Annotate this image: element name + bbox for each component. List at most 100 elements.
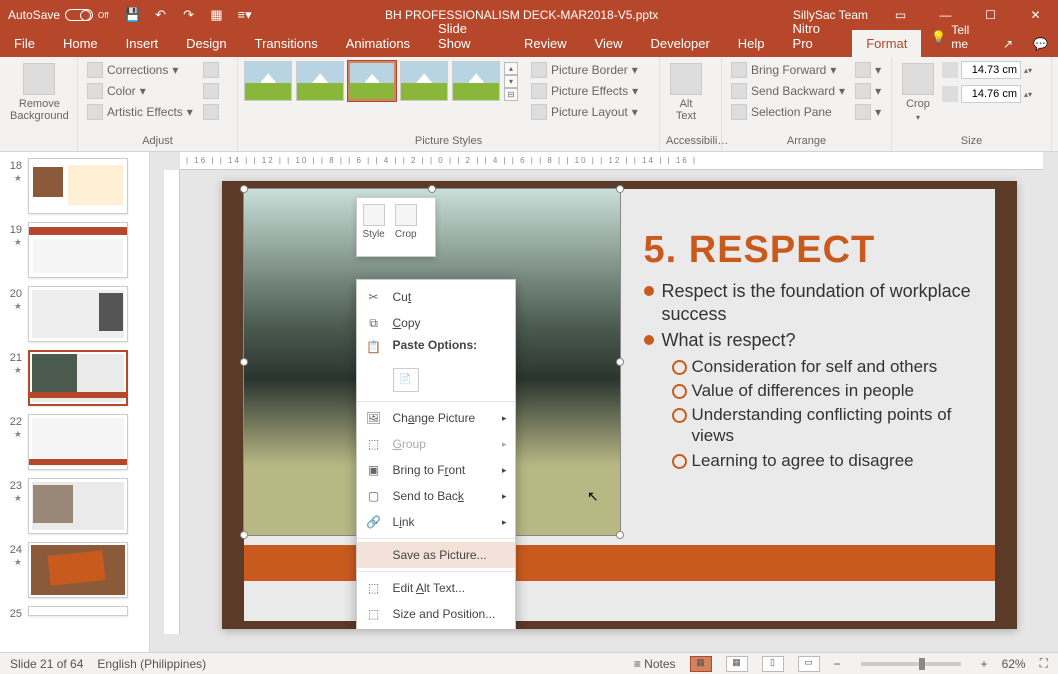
tab-slideshow[interactable]: Slide Show — [424, 15, 510, 57]
alt-text-button[interactable]: Alt Text — [666, 61, 706, 124]
style-thumb[interactable] — [452, 61, 500, 101]
comments-icon[interactable]: 💬 — [1023, 31, 1058, 57]
ctx-format-picture[interactable]: 🖌Format Picture... — [357, 627, 515, 629]
zoom-out-icon[interactable]: − — [834, 657, 841, 671]
slide-thumbnail-panel[interactable]: 18★ 19★ 20★ 21★ 22★ 23★ 24★ 25 — [0, 152, 150, 652]
resize-handle[interactable] — [240, 531, 248, 539]
tab-home[interactable]: Home — [49, 30, 112, 57]
share-icon[interactable]: ↗ — [993, 31, 1023, 57]
tab-insert[interactable]: Insert — [112, 30, 173, 57]
style-thumb-selected[interactable] — [348, 61, 396, 101]
notes-button[interactable]: ≡ Notes — [634, 657, 676, 671]
slideshow-view-icon[interactable]: ▭ — [798, 656, 820, 672]
slide-thumb-20[interactable] — [28, 286, 128, 342]
ctx-edit-alt-text[interactable]: ⬚Edit Alt Text... — [357, 575, 515, 601]
crop-button[interactable]: Crop▾ — [898, 61, 938, 124]
zoom-slider[interactable] — [861, 662, 961, 666]
mini-crop-button[interactable]: Crop — [395, 204, 417, 250]
mini-toolbar[interactable]: Style Crop — [356, 197, 436, 257]
tab-animations[interactable]: Animations — [332, 30, 424, 57]
picture-layout-button[interactable]: Picture Layout ▾ — [528, 103, 641, 121]
width-input-row[interactable]: ▴▾ — [942, 85, 1032, 103]
corrections-button[interactable]: Corrections ▾ — [84, 61, 196, 79]
slide-thumb-22[interactable] — [28, 414, 128, 470]
autosave-toggle[interactable]: AutoSave Off — [0, 8, 117, 22]
gallery-more-icon[interactable]: ⊟ — [504, 88, 518, 101]
style-thumb[interactable] — [400, 61, 448, 101]
redo-icon[interactable]: ↷ — [181, 7, 197, 23]
language-status[interactable]: English (Philippines) — [97, 657, 206, 671]
remove-background-button[interactable]: Remove Background — [6, 61, 73, 124]
ctx-link[interactable]: 🔗Link▸ — [357, 509, 515, 535]
tab-file[interactable]: File — [0, 30, 49, 57]
compress-pictures-icon[interactable] — [200, 61, 222, 79]
resize-handle[interactable] — [428, 185, 436, 193]
resize-handle[interactable] — [616, 185, 624, 193]
height-input[interactable] — [961, 61, 1021, 79]
tab-review[interactable]: Review — [510, 30, 581, 57]
slide-thumb-24[interactable] — [28, 542, 128, 598]
normal-view-icon[interactable]: ▦ — [690, 656, 712, 672]
tell-me-search[interactable]: 💡 Tell me — [921, 17, 993, 57]
mini-style-button[interactable]: Style — [363, 204, 385, 250]
ctx-size-and-position[interactable]: ⬚Size and Position... — [357, 601, 515, 627]
picture-styles-gallery[interactable]: ▴▾⊟ — [244, 61, 518, 101]
resize-handle[interactable] — [240, 358, 248, 366]
context-menu[interactable]: ✂Cut ⧉Copy 📋Paste Options: 📄 🖼Change Pic… — [356, 279, 516, 629]
ctx-cut[interactable]: ✂Cut — [357, 284, 515, 310]
ctx-save-as-picture[interactable]: Save as Picture... — [357, 542, 515, 568]
tab-help[interactable]: Help — [724, 30, 779, 57]
style-thumb[interactable] — [244, 61, 292, 101]
ctx-copy[interactable]: ⧉Copy — [357, 310, 515, 336]
selection-pane-button[interactable]: Selection Pane — [728, 103, 848, 121]
reading-view-icon[interactable]: ▯ — [762, 656, 784, 672]
send-backward-button[interactable]: Send Backward ▾ — [728, 82, 848, 100]
slide-title[interactable]: 5. RESPECT — [644, 229, 975, 272]
ctx-send-to-back[interactable]: ▢Send to Back▸ — [357, 483, 515, 509]
resize-handle[interactable] — [240, 185, 248, 193]
slide-thumb-21[interactable] — [28, 350, 128, 406]
change-picture-icon[interactable] — [200, 82, 222, 100]
slide-canvas[interactable]: 5. RESPECT Respect is the foundation of … — [222, 181, 1017, 629]
ctx-bring-to-front[interactable]: ▣Bring to Front▸ — [357, 457, 515, 483]
color-button[interactable]: Color ▾ — [84, 82, 196, 100]
width-input[interactable] — [961, 85, 1021, 103]
resize-handle[interactable] — [616, 531, 624, 539]
ribbon-options-icon[interactable]: ▭ — [878, 0, 923, 30]
picture-border-button[interactable]: Picture Border ▾ — [528, 61, 641, 79]
artistic-effects-button[interactable]: Artistic Effects ▾ — [84, 103, 196, 121]
resize-handle[interactable] — [616, 358, 624, 366]
group-icon[interactable]: ▾ — [852, 82, 884, 100]
tab-format[interactable]: Format — [852, 30, 921, 57]
bring-forward-button[interactable]: Bring Forward ▾ — [728, 61, 848, 79]
save-icon[interactable]: 💾 — [125, 7, 141, 23]
tab-transitions[interactable]: Transitions — [241, 30, 332, 57]
slide-thumb-18[interactable] — [28, 158, 128, 214]
slide-thumb-25[interactable] — [28, 606, 128, 616]
slide-counter[interactable]: Slide 21 of 64 — [10, 657, 83, 671]
paste-option-keep-source[interactable]: 📄 — [393, 368, 419, 392]
slide-thumb-19[interactable] — [28, 222, 128, 278]
align-icon[interactable]: ▾ — [852, 61, 884, 79]
tab-design[interactable]: Design — [172, 30, 240, 57]
list-icon[interactable]: ≡▾ — [237, 7, 253, 23]
close-icon[interactable]: ✕ — [1013, 0, 1058, 30]
fit-to-window-icon[interactable]: ⛶ — [1040, 656, 1048, 671]
undo-icon[interactable]: ↶ — [153, 7, 169, 23]
slide-sorter-icon[interactable]: ▦ — [726, 656, 748, 672]
style-thumb[interactable] — [296, 61, 344, 101]
tab-nitropro[interactable]: Nitro Pro — [779, 15, 853, 57]
picture-effects-button[interactable]: Picture Effects ▾ — [528, 82, 641, 100]
height-input-row[interactable]: ▴▾ — [942, 61, 1032, 79]
autosave-switch[interactable] — [65, 9, 93, 21]
gallery-down-icon[interactable]: ▾ — [504, 75, 518, 88]
tab-view[interactable]: View — [581, 30, 637, 57]
slide-thumb-23[interactable] — [28, 478, 128, 534]
zoom-in-icon[interactable]: + — [981, 657, 988, 671]
gallery-up-icon[interactable]: ▴ — [504, 62, 518, 75]
tab-developer[interactable]: Developer — [637, 30, 724, 57]
zoom-level[interactable]: 62% — [1002, 657, 1026, 671]
reset-picture-icon[interactable] — [200, 103, 222, 121]
ctx-change-picture[interactable]: 🖼Change Picture▸ — [357, 405, 515, 431]
slide-bullets[interactable]: Respect is the foundation of workplace s… — [644, 280, 975, 471]
